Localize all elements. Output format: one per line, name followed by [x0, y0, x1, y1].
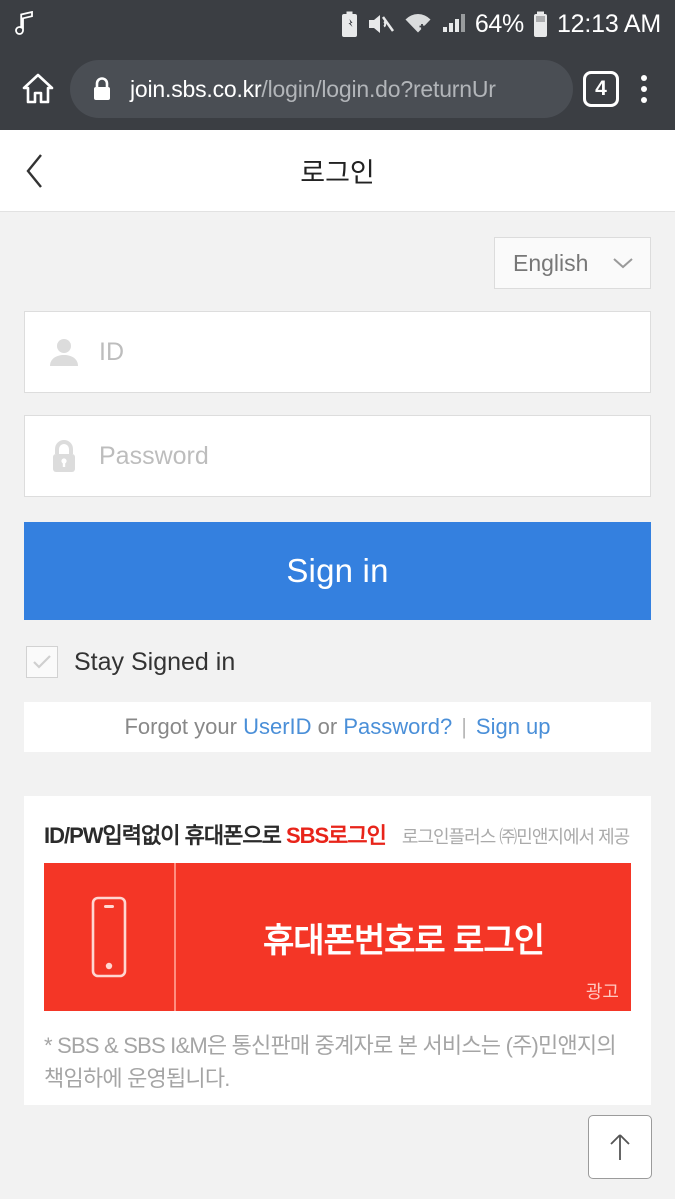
ad-label: 광고	[585, 982, 619, 1002]
stay-signed-in-label: Stay Signed in	[74, 647, 236, 676]
wifi-icon	[403, 11, 433, 37]
login-content: English ID Password Sign in Stay Signed	[0, 212, 675, 1199]
android-status-bar: 64% 12:13 AM	[0, 0, 675, 48]
language-row: English	[24, 212, 651, 289]
chevron-down-icon	[612, 256, 634, 270]
ad-headline-row: ID/PW입력없이 휴대폰으로 SBS로그인 로그인플러스 ㈜민앤지에서 제공	[44, 818, 631, 850]
language-select[interactable]: English	[494, 237, 651, 289]
forgot-userid-link[interactable]: UserID	[243, 714, 311, 740]
smartphone-icon	[44, 863, 176, 1011]
stay-signed-in-checkbox[interactable]	[26, 646, 58, 678]
check-icon	[33, 655, 51, 669]
or-label: or	[317, 714, 338, 739]
battery-icon	[532, 11, 549, 38]
forgot-prefix-label: Forgot your	[124, 714, 237, 739]
lock-icon	[47, 438, 81, 474]
url-text: join.sbs.co.kr/login/login.do?returnUr	[130, 76, 496, 103]
mute-icon	[367, 11, 395, 37]
link-separator: |	[461, 714, 467, 739]
phone-screen: 64% 12:13 AM join.sbs.co.kr/login/login.…	[0, 0, 675, 1200]
signal-icon	[441, 11, 467, 37]
lock-icon	[90, 75, 114, 103]
sign-up-link[interactable]: Sign up	[476, 714, 551, 740]
stay-signed-in-row[interactable]: Stay Signed in	[24, 646, 651, 678]
url-host: join.sbs.co.kr	[130, 75, 262, 102]
account-help-links: Forgot your UserID or Password? | Sign u…	[24, 702, 651, 752]
password-field[interactable]: Password	[24, 415, 651, 497]
phone-login-banner[interactable]: 휴대폰번호로 로그인 광고	[44, 863, 631, 1011]
person-icon	[47, 335, 81, 369]
ad-headline-highlight: SBS로그인	[285, 823, 387, 848]
password-input-placeholder: Password	[99, 441, 209, 470]
phone-login-banner-text: 휴대폰번호로 로그인	[263, 921, 545, 960]
tab-count-button[interactable]: 4	[583, 71, 619, 107]
page-header: 로그인	[0, 130, 675, 212]
status-clock: 12:13 AM	[556, 9, 661, 38]
status-left-icons	[14, 11, 36, 37]
battery-saver-icon	[340, 11, 359, 38]
forgot-password-link[interactable]: Password?	[343, 714, 452, 740]
battery-percent-label: 64%	[474, 9, 524, 38]
music-note-icon	[14, 11, 36, 37]
browser-toolbar: join.sbs.co.kr/login/login.do?returnUr 4	[0, 48, 675, 130]
id-field[interactable]: ID	[24, 311, 651, 393]
ad-provider-label: 로그인플러스 ㈜민앤지에서 제공	[401, 827, 630, 847]
ad-headline-text: ID/PW입력없이 휴대폰으로	[44, 823, 286, 848]
status-right-icons: 64% 12:13 AM	[340, 10, 661, 39]
id-input-placeholder: ID	[99, 337, 124, 366]
url-path: /login/login.do?returnUr	[261, 75, 496, 102]
language-selected-value: English	[513, 249, 589, 276]
url-omnibox[interactable]: join.sbs.co.kr/login/login.do?returnUr	[70, 60, 573, 118]
scroll-to-top-button[interactable]	[588, 1115, 652, 1179]
promo-ad-card: ID/PW입력없이 휴대폰으로 SBS로그인 로그인플러스 ㈜민앤지에서 제공 …	[24, 796, 651, 1105]
kebab-menu-icon[interactable]	[629, 71, 659, 107]
ad-disclaimer: * SBS & SBS I&M은 통신판매 중계자로 본 서비스는 (주)민앤지…	[44, 1033, 617, 1091]
sign-in-button[interactable]: Sign in	[24, 522, 651, 620]
home-icon[interactable]	[16, 71, 60, 107]
page-title: 로그인	[300, 158, 375, 188]
ad-headline: ID/PW입력없이 휴대폰으로 SBS로그인	[44, 818, 387, 850]
arrow-up-icon	[610, 1134, 630, 1160]
